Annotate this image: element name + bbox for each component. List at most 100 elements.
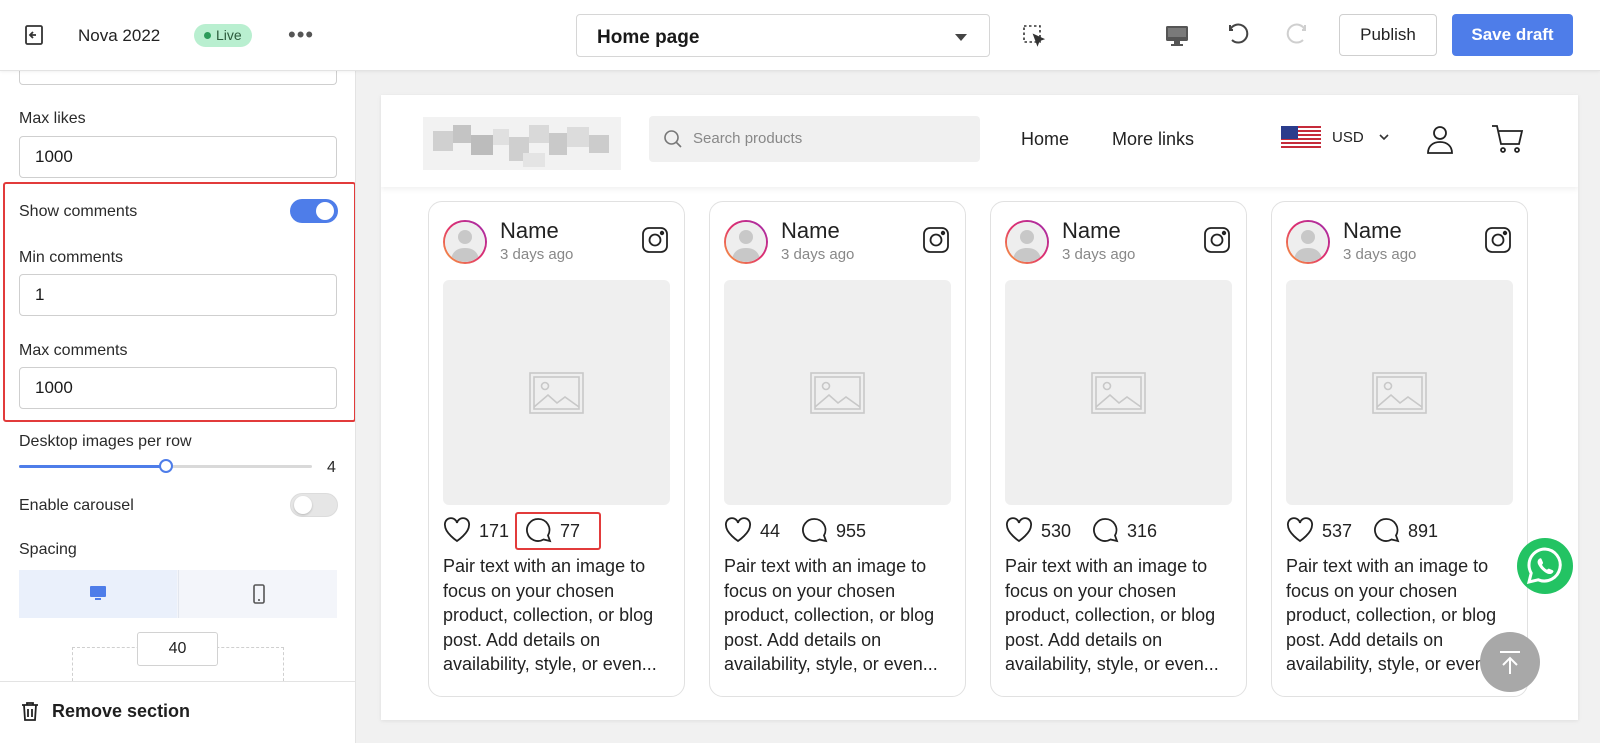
instagram-icon[interactable] bbox=[922, 226, 950, 254]
whatsapp-button[interactable] bbox=[1517, 538, 1573, 594]
comment-icon bbox=[1374, 518, 1400, 543]
spacing-device-tabs bbox=[19, 570, 337, 618]
more-options-icon[interactable]: ••• bbox=[288, 22, 314, 48]
images-per-row-slider[interactable] bbox=[19, 459, 312, 473]
avatar-placeholder-icon bbox=[445, 222, 485, 262]
remove-section-button[interactable]: Remove section bbox=[0, 681, 355, 743]
toggle-knob bbox=[316, 202, 334, 220]
post-author-name: Name bbox=[1343, 218, 1402, 243]
comments-count: 316 bbox=[1127, 521, 1158, 541]
exit-icon[interactable] bbox=[22, 23, 46, 47]
instagram-post-card[interactable]: Name 3 days ago 44 955 Pair text with an… bbox=[709, 201, 966, 697]
nav-link-home[interactable]: Home bbox=[1021, 129, 1069, 150]
status-dot-icon bbox=[204, 32, 211, 39]
avatar bbox=[443, 220, 487, 264]
image-placeholder-icon bbox=[529, 372, 584, 414]
post-image-placeholder[interactable] bbox=[724, 280, 951, 505]
nav-link-more-links[interactable]: More links bbox=[1112, 129, 1194, 150]
instagram-post-card[interactable]: Name 3 days ago 530 316 Pair text with a… bbox=[990, 201, 1247, 697]
likes-count: 530 bbox=[1041, 521, 1072, 541]
settings-sidebar: Max likes Show comments Min comments Max… bbox=[0, 71, 356, 743]
likes-count: 537 bbox=[1322, 521, 1353, 541]
mobile-icon bbox=[253, 584, 265, 604]
search-placeholder: Search products bbox=[693, 130, 803, 147]
image-placeholder-icon bbox=[1091, 372, 1146, 414]
save-draft-button[interactable]: Save draft bbox=[1452, 14, 1573, 56]
comment-icon bbox=[1093, 518, 1119, 543]
back-to-top-button[interactable] bbox=[1480, 632, 1540, 692]
spacing-desktop-tab[interactable] bbox=[19, 570, 177, 618]
status-badge-label: Live bbox=[216, 27, 242, 43]
arrow-up-icon bbox=[1500, 651, 1520, 674]
page-select[interactable]: Home page bbox=[576, 14, 990, 57]
max-likes-input[interactable] bbox=[19, 136, 337, 178]
search-input[interactable]: Search products bbox=[649, 116, 980, 162]
max-comments-label: Max comments bbox=[19, 342, 128, 359]
carousel-toggle[interactable] bbox=[290, 493, 338, 517]
trash-icon bbox=[22, 702, 38, 721]
store-header: Search products Home More links USD bbox=[381, 95, 1578, 187]
slider-thumb[interactable] bbox=[158, 459, 173, 473]
avatar bbox=[1286, 220, 1330, 264]
show-comments-label: Show comments bbox=[19, 203, 138, 220]
spacing-label: Spacing bbox=[19, 541, 77, 558]
redo-icon[interactable] bbox=[1283, 22, 1311, 50]
max-comments-input[interactable] bbox=[19, 367, 337, 409]
instagram-post-card[interactable]: Name 3 days ago 537 891 Pair text with a… bbox=[1271, 201, 1528, 697]
carousel-label: Enable carousel bbox=[19, 497, 134, 514]
us-flag-icon[interactable] bbox=[1281, 126, 1321, 150]
comments-count-highlight bbox=[515, 512, 601, 550]
show-comments-toggle[interactable] bbox=[290, 199, 338, 223]
status-badge: Live bbox=[194, 24, 252, 47]
spacing-top-input[interactable] bbox=[137, 632, 218, 666]
avatar-placeholder-icon bbox=[1288, 222, 1328, 262]
page-select-value: Home page bbox=[597, 27, 700, 48]
undo-icon[interactable] bbox=[1224, 22, 1252, 50]
likes-count: 44 bbox=[760, 521, 781, 541]
post-time: 3 days ago bbox=[500, 246, 574, 263]
post-image-placeholder[interactable] bbox=[1286, 280, 1513, 505]
post-caption: Pair text with an image to focus on your… bbox=[724, 556, 938, 674]
post-caption: Pair text with an image to focus on your… bbox=[1005, 556, 1219, 674]
post-image-placeholder[interactable] bbox=[443, 280, 670, 505]
max-likes-label: Max likes bbox=[19, 110, 86, 127]
post-time: 3 days ago bbox=[1343, 246, 1417, 263]
previous-field-input[interactable] bbox=[19, 71, 337, 85]
cart-icon[interactable] bbox=[1491, 123, 1525, 155]
instagram-post-card[interactable]: Name 3 days ago 171 77 Pair text with an… bbox=[428, 201, 685, 697]
avatar-placeholder-icon bbox=[726, 222, 766, 262]
slider-fill bbox=[19, 465, 166, 468]
heart-icon bbox=[1006, 517, 1032, 543]
chevron-down-icon bbox=[1379, 134, 1389, 141]
chevron-down-icon bbox=[955, 34, 967, 41]
search-icon bbox=[664, 130, 682, 148]
store-preview: Search products Home More links USD Name… bbox=[381, 95, 1578, 720]
avatar-placeholder-icon bbox=[1007, 222, 1047, 262]
publish-button[interactable]: Publish bbox=[1339, 14, 1437, 56]
heart-icon bbox=[444, 517, 470, 543]
heart-icon bbox=[725, 517, 751, 543]
desktop-view-icon[interactable] bbox=[1163, 22, 1191, 50]
heart-icon bbox=[1287, 517, 1313, 543]
avatar bbox=[724, 220, 768, 264]
instagram-icon[interactable] bbox=[641, 226, 669, 254]
currency-selector[interactable]: USD bbox=[1332, 129, 1364, 146]
image-placeholder-icon bbox=[810, 372, 865, 414]
select-element-icon[interactable] bbox=[1020, 22, 1048, 50]
spacing-mobile-tab[interactable] bbox=[178, 570, 336, 618]
min-comments-label: Min comments bbox=[19, 249, 124, 266]
store-logo[interactable] bbox=[423, 117, 621, 170]
instagram-icon[interactable] bbox=[1203, 226, 1231, 254]
editor-topbar: Nova 2022 Live ••• Home page Publish Sav… bbox=[0, 0, 1600, 71]
post-author-name: Name bbox=[500, 218, 559, 243]
instagram-icon[interactable] bbox=[1484, 226, 1512, 254]
remove-section-label: Remove section bbox=[52, 701, 191, 721]
post-author-name: Name bbox=[1062, 218, 1121, 243]
min-comments-input[interactable] bbox=[19, 274, 337, 316]
comment-icon bbox=[802, 518, 828, 543]
post-image-placeholder[interactable] bbox=[1005, 280, 1232, 505]
toggle-knob bbox=[294, 496, 312, 514]
likes-count: 171 bbox=[479, 521, 510, 541]
image-placeholder-icon bbox=[1372, 372, 1427, 414]
account-icon[interactable] bbox=[1424, 123, 1456, 155]
